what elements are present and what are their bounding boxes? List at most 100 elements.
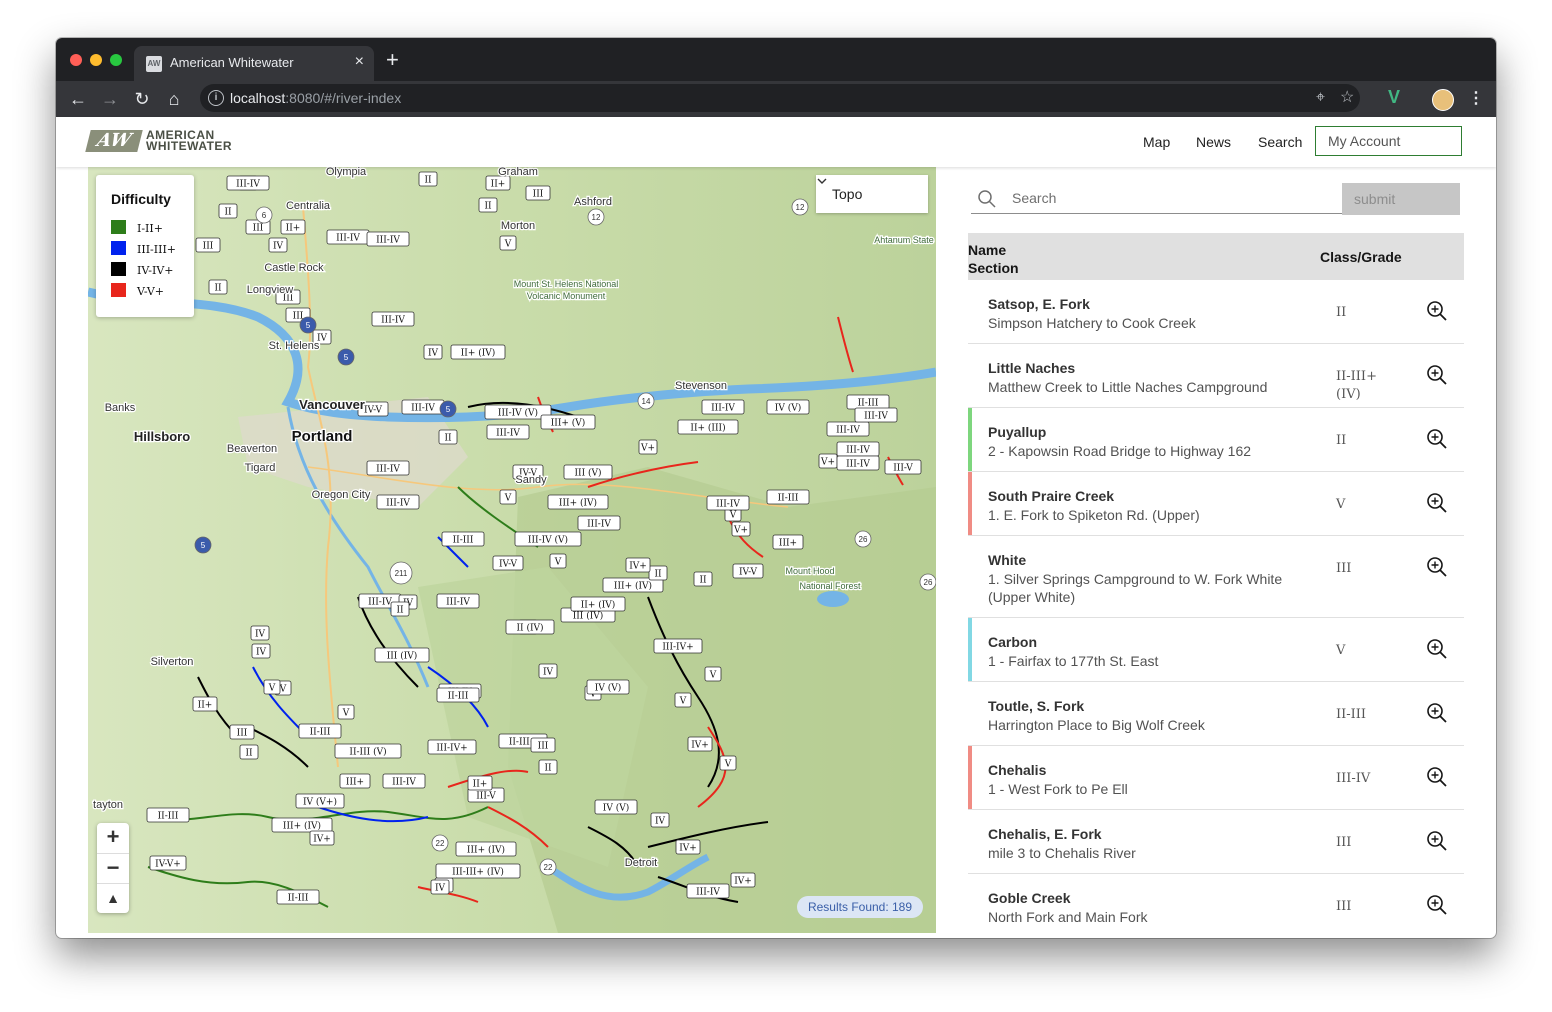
maximize-window-button[interactable] bbox=[110, 54, 122, 66]
grade-label[interactable]: III (V) bbox=[563, 464, 613, 480]
grade-label[interactable]: III-V bbox=[884, 459, 922, 475]
zoom-in-icon[interactable] bbox=[1426, 492, 1448, 514]
river-name[interactable]: Chehalis bbox=[988, 762, 1046, 778]
grade-label[interactable]: III+ (IV) bbox=[271, 817, 333, 833]
browser-menu-icon[interactable]: ⋮ bbox=[1468, 87, 1484, 111]
grade-label[interactable]: III-IV bbox=[577, 515, 621, 531]
search-input[interactable] bbox=[971, 183, 1342, 214]
zoom-in-icon[interactable] bbox=[1426, 364, 1448, 386]
column-header-name[interactable]: Name Section bbox=[968, 241, 1019, 277]
grade-label[interactable]: II bbox=[218, 203, 238, 219]
grade-label[interactable]: III bbox=[195, 237, 221, 253]
compass-reset-icon[interactable]: ▲ bbox=[97, 884, 129, 913]
grade-label[interactable]: II bbox=[478, 197, 498, 213]
river-name[interactable]: South Praire Creek bbox=[988, 488, 1114, 504]
column-header-class[interactable]: Class/Grade bbox=[1320, 249, 1402, 265]
grade-label[interactable]: II-III bbox=[766, 489, 810, 505]
grade-label[interactable]: V bbox=[499, 235, 517, 251]
grade-label[interactable]: II+ (IV) bbox=[450, 344, 506, 360]
river-row[interactable]: Toutle, S. Fork Harrington Place to Big W… bbox=[968, 682, 1464, 746]
site-info-icon[interactable]: i bbox=[208, 90, 224, 106]
grade-label[interactable]: V bbox=[549, 553, 567, 569]
grade-label[interactable]: III-IV bbox=[706, 495, 750, 511]
grade-label[interactable]: V bbox=[674, 692, 692, 708]
river-row[interactable]: Chehalis 1 - West Fork to Pe Ell III-IV bbox=[968, 746, 1464, 810]
river-row[interactable]: South Praire Creek 1. E. Fork to Spiketon… bbox=[968, 472, 1464, 536]
grade-label[interactable]: II bbox=[438, 429, 458, 445]
grade-label[interactable]: II bbox=[693, 571, 713, 587]
grade-label[interactable]: II bbox=[208, 279, 228, 295]
river-row[interactable]: Goble Creek North Fork and Main Fork III bbox=[968, 874, 1464, 938]
grade-label[interactable]: III-IV bbox=[366, 231, 410, 247]
zoom-in-icon[interactable] bbox=[1426, 702, 1448, 724]
river-name[interactable]: Chehalis, E. Fork bbox=[988, 826, 1102, 842]
grade-label[interactable]: V bbox=[704, 666, 722, 682]
grade-label[interactable]: II+ bbox=[467, 775, 493, 791]
grade-label[interactable]: V+ bbox=[731, 521, 751, 537]
grade-label[interactable]: III-IV bbox=[366, 460, 410, 476]
grade-label[interactable]: III-IV bbox=[436, 593, 480, 609]
zoom-in-icon[interactable] bbox=[1426, 300, 1448, 322]
bookmark-star-icon[interactable]: ☆ bbox=[1340, 89, 1354, 107]
home-icon[interactable]: ⌂ bbox=[162, 87, 186, 111]
grade-label[interactable]: II+ (IV) bbox=[570, 596, 626, 612]
grade-label[interactable]: II+ bbox=[192, 696, 218, 712]
grade-label[interactable]: II (IV) bbox=[505, 619, 555, 635]
grade-label[interactable]: III-IV bbox=[226, 175, 270, 191]
grade-label[interactable]: III-IV bbox=[371, 311, 415, 327]
grade-label[interactable]: III+ (V) bbox=[540, 414, 596, 430]
grade-label[interactable]: IV bbox=[650, 812, 670, 828]
grade-label[interactable]: III-IV bbox=[326, 229, 370, 245]
grade-label[interactable]: V bbox=[719, 755, 737, 771]
grade-label[interactable]: II bbox=[390, 601, 410, 617]
back-icon[interactable]: ← bbox=[66, 87, 90, 111]
grade-label[interactable]: IV-V bbox=[732, 563, 764, 579]
forward-icon[interactable]: → bbox=[98, 87, 122, 111]
grade-label[interactable]: III-IV bbox=[836, 455, 880, 471]
grade-label[interactable]: V+ bbox=[638, 439, 658, 455]
map-canvas[interactable]: IIIIII+IIIIIIIIIIII+III-IVIII-IVVIIIIVII… bbox=[88, 167, 936, 933]
zoom-out-button[interactable]: − bbox=[97, 854, 129, 883]
river-row[interactable]: Little Naches Matthew Creek to Little Nac… bbox=[968, 344, 1464, 408]
tab-close-icon[interactable]: × bbox=[355, 54, 364, 70]
grade-label[interactable]: III (IV) bbox=[374, 647, 430, 663]
grade-label[interactable]: II-III bbox=[146, 807, 190, 823]
grade-label[interactable]: II+ bbox=[485, 175, 511, 191]
grade-label[interactable]: IV (V) bbox=[594, 799, 638, 815]
river-name[interactable]: Puyallup bbox=[988, 424, 1046, 440]
zoom-in-icon[interactable] bbox=[1426, 830, 1448, 852]
browser-tab[interactable]: AW American Whitewater × bbox=[134, 46, 374, 81]
grade-label[interactable]: II bbox=[239, 744, 259, 760]
grade-label[interactable]: II bbox=[418, 171, 438, 187]
reload-icon[interactable]: ↻ bbox=[130, 87, 154, 111]
grade-label[interactable]: IV bbox=[430, 879, 450, 895]
grade-label[interactable]: IV+ bbox=[675, 839, 701, 855]
grade-label[interactable]: IV+ bbox=[625, 557, 651, 573]
grade-label[interactable]: III-IV bbox=[376, 494, 420, 510]
grade-label[interactable]: II+ (III) bbox=[677, 419, 739, 435]
nav-news-link[interactable]: News bbox=[1196, 134, 1231, 150]
minimize-window-button[interactable] bbox=[90, 54, 102, 66]
grade-label[interactable]: II-III bbox=[441, 531, 485, 547]
grade-label[interactable]: III-IV bbox=[401, 399, 445, 415]
grade-label[interactable]: III bbox=[530, 737, 556, 753]
grade-label[interactable]: IV bbox=[538, 663, 558, 679]
basemap-select[interactable]: Topo bbox=[816, 175, 928, 213]
vue-devtools-icon[interactable]: V bbox=[1388, 87, 1400, 108]
river-row[interactable]: Puyallup 2 - Kapowsin Road Bridge to High… bbox=[968, 408, 1464, 472]
grade-label[interactable]: III+ (IV) bbox=[455, 841, 517, 857]
grade-label[interactable]: IV+ bbox=[730, 872, 756, 888]
zoom-in-icon[interactable] bbox=[1426, 638, 1448, 660]
grade-label[interactable]: II-III bbox=[276, 889, 320, 905]
nav-map-link[interactable]: Map bbox=[1143, 134, 1170, 150]
zoom-in-icon[interactable] bbox=[1426, 428, 1448, 450]
grade-label[interactable]: V bbox=[499, 489, 517, 505]
grade-label[interactable]: III-IV bbox=[826, 421, 870, 437]
grade-label[interactable]: III-IV bbox=[701, 399, 745, 415]
river-row[interactable]: Chehalis, E. Fork mile 3 to Chehalis Rive… bbox=[968, 810, 1464, 874]
grade-label[interactable]: II bbox=[538, 759, 558, 775]
grade-label[interactable]: V bbox=[337, 704, 355, 720]
grade-label[interactable]: II-III bbox=[846, 394, 890, 410]
river-map[interactable]: IIIIII+IIIIIIIIIIII+III-IVIII-IVVIIIIVII… bbox=[88, 167, 936, 933]
grade-label[interactable]: IV (V) bbox=[586, 679, 630, 695]
